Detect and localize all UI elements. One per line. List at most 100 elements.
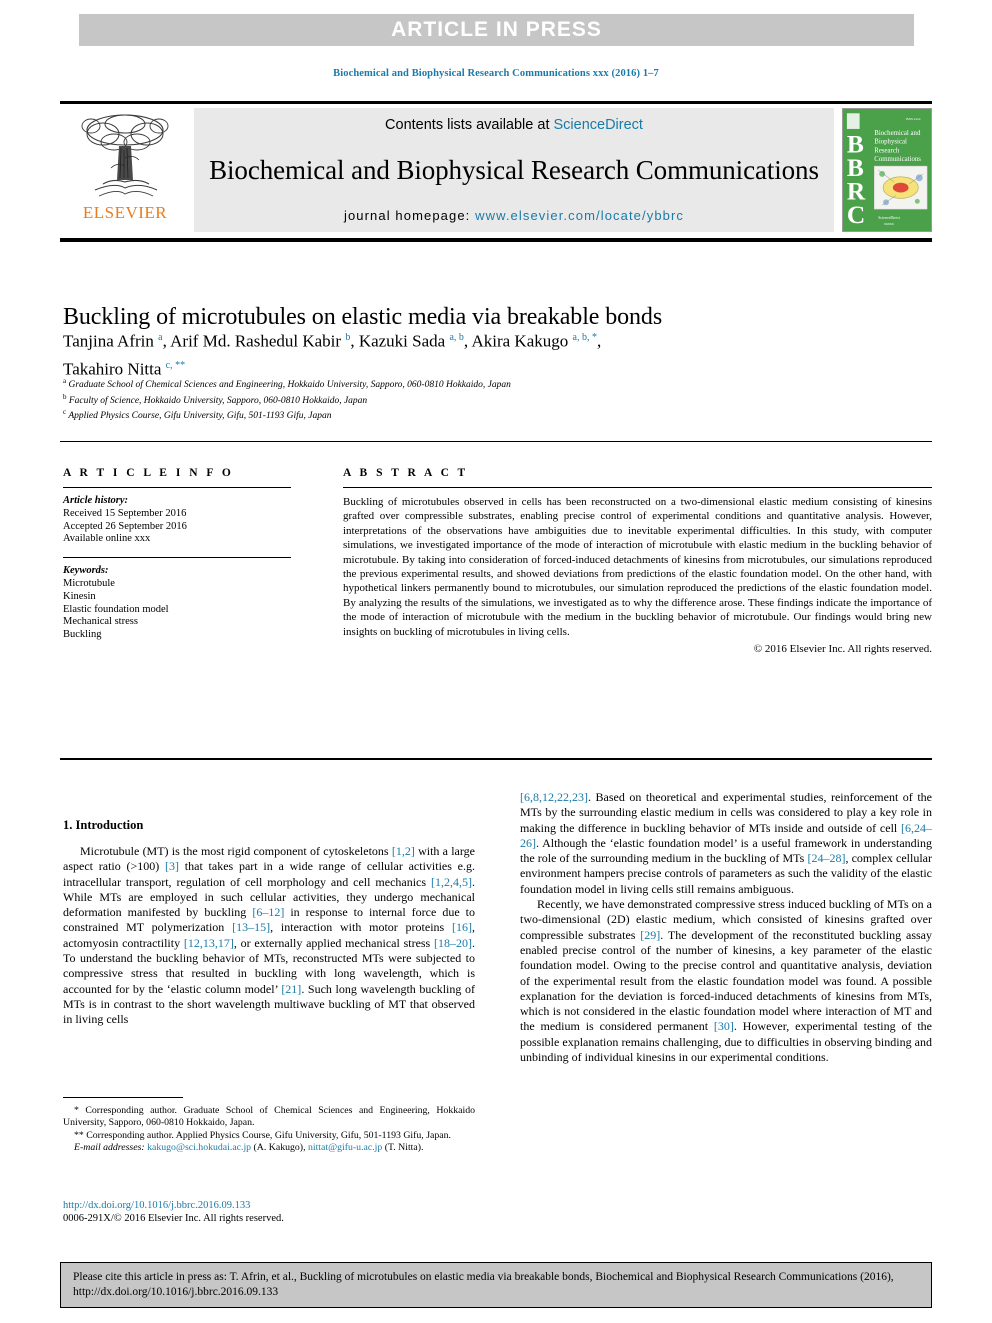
- homepage-url-link[interactable]: www.elsevier.com/locate/ybbrc: [475, 208, 684, 223]
- keyword-item: Elastic foundation model: [63, 603, 169, 615]
- keyword-item: Kinesin: [63, 590, 96, 602]
- footnote-rule: [63, 1097, 183, 1098]
- affiliation-b-text: Faculty of Science, Hokkaido University,…: [68, 395, 368, 406]
- article-history-online: Available online xxx: [63, 533, 151, 545]
- author-4: , Akira Kakugo: [463, 331, 573, 351]
- affiliation-c-text: Applied Physics Course, Gifu University,…: [68, 411, 332, 422]
- text-run: , interaction with motor proteins: [270, 920, 453, 935]
- footnote-corresponding-2: ** Corresponding author. Applied Physics…: [74, 1129, 451, 1141]
- email-link-kakugo[interactable]: kakugo@sci.hokudai.ac.jp: [147, 1142, 251, 1153]
- svg-text:Research: Research: [874, 147, 900, 154]
- text-run: . The development of the reconstituted b…: [520, 927, 932, 1034]
- article-info-heading: A R T I C L E I N F O: [63, 467, 234, 479]
- citation-ref[interactable]: [24–28]: [807, 851, 845, 865]
- citation-ref[interactable]: [16]: [452, 920, 472, 934]
- citation-ref[interactable]: [13–15]: [232, 920, 270, 934]
- elsevier-tree-icon: [81, 114, 169, 197]
- keywords-rule: [63, 557, 291, 559]
- citation-ref[interactable]: [1,2,4,5]: [431, 875, 472, 889]
- article-history-accepted: Accepted 26 September 2016: [63, 520, 187, 532]
- author-3: , Kazuki Sada: [350, 331, 450, 351]
- article-in-press-banner: ARTICLE IN PRESS: [79, 14, 914, 46]
- intro-paragraph-2: Recently, we have demonstrated compressi…: [520, 897, 932, 1065]
- running-head: Biochemical and Biophysical Research Com…: [333, 68, 659, 79]
- affiliation-a-text: Graduate School of Chemical Sciences and…: [68, 380, 511, 391]
- email-owner-kakugo: (A. Kakugo): [253, 1141, 304, 1153]
- body-column-left: 1. Introduction Microtubule (MT) is the …: [63, 818, 475, 1028]
- svg-text:Biochemical and: Biochemical and: [874, 130, 921, 137]
- article-in-press-label: ARTICLE IN PRESS: [391, 18, 602, 41]
- elsevier-logo: ELSEVIER: [60, 106, 190, 234]
- svg-text:ISSN xxxx: ISSN xxxx: [906, 117, 921, 121]
- article-info-column: A R T I C L E I N F O Article history: R…: [63, 467, 291, 642]
- email-owner-nitta: (T. Nitta).: [384, 1141, 424, 1153]
- text-run: , or externally applied mechanical stres…: [233, 935, 434, 950]
- intro-paragraph-1-continued: [6,8,12,22,23]. Based on theoretical and…: [520, 790, 932, 897]
- article-history-label: Article history:: [63, 495, 129, 506]
- doi-link[interactable]: http://dx.doi.org/10.1016/j.bbrc.2016.09…: [63, 1199, 475, 1212]
- sciencedirect-panel: Contents lists available at ScienceDirec…: [194, 108, 834, 232]
- homepage-label: journal homepage:: [343, 208, 476, 223]
- svg-text:C: C: [847, 201, 865, 229]
- author-4-affil-marker: a, b, *: [572, 332, 597, 343]
- affiliation-list: a Graduate School of Chemical Sciences a…: [63, 376, 893, 423]
- contents-list-line: Contents lists available at ScienceDirec…: [385, 117, 643, 133]
- affiliation-b: b Faculty of Science, Hokkaido Universit…: [63, 392, 893, 408]
- citation-ref[interactable]: [6,8,12,22,23]: [520, 790, 588, 804]
- contents-prefix: Contents lists available at: [385, 117, 554, 133]
- affiliation-c: c Applied Physics Course, Gifu Universit…: [63, 407, 893, 423]
- journal-title: Biochemical and Biophysical Research Com…: [209, 155, 819, 185]
- keyword-item: Microtubule: [63, 577, 115, 589]
- citation-ref[interactable]: [12,13,17]: [184, 936, 234, 950]
- abstract-copyright: © 2016 Elsevier Inc. All rights reserved…: [753, 643, 932, 656]
- cover-artwork: B B R C Biochemical and Biophysical Rese…: [843, 109, 931, 231]
- footnote-area: * Corresponding author. Graduate School …: [63, 1097, 475, 1154]
- sciencedirect-link[interactable]: ScienceDirect: [554, 117, 643, 133]
- citation-ref[interactable]: [30]: [714, 1019, 734, 1033]
- author-2: , Arif Md. Rashedul Kabir: [162, 331, 346, 351]
- citation-ref[interactable]: [1,2]: [392, 844, 415, 858]
- citation-ref[interactable]: [6–12]: [252, 905, 284, 919]
- info-section-bottom-rule: [60, 758, 932, 760]
- svg-text:ScienceDirect: ScienceDirect: [878, 216, 901, 220]
- body-column-right: [6,8,12,22,23]. Based on theoretical and…: [520, 790, 932, 1065]
- citation-ref[interactable]: [3]: [165, 859, 179, 873]
- footnote-corresponding-1: * Corresponding author. Graduate School …: [63, 1105, 475, 1129]
- affiliation-c-marker: c: [63, 408, 67, 417]
- abstract-text: Buckling of microtubules observed in cel…: [343, 496, 932, 638]
- elsevier-wordmark: ELSEVIER: [82, 203, 168, 222]
- affiliation-b-marker: b: [63, 392, 67, 401]
- issn-copyright-line: 0006-291X/© 2016 Elsevier Inc. All right…: [63, 1213, 284, 1224]
- section-title-introduction: 1. Introduction: [63, 818, 144, 832]
- keywords-block: Keywords: Microtubule Kinesin Elastic fo…: [63, 557, 291, 642]
- doi-block: http://dx.doi.org/10.1016/j.bbrc.2016.09…: [63, 1199, 475, 1225]
- author-separator: ,: [596, 331, 602, 351]
- affiliation-a-marker: a: [63, 377, 67, 385]
- intro-paragraph-1: Microtubule (MT) is the most rigid compo…: [63, 844, 475, 1028]
- masthead: ELSEVIER Contents lists available at Sci…: [60, 100, 932, 240]
- article-history-received: Received 15 September 2016: [63, 507, 187, 519]
- cite-this-article-text: Please cite this article in press as: T.…: [73, 1271, 894, 1298]
- author-1: Tanjina Afrin: [63, 331, 159, 351]
- citation-ref[interactable]: [18–20]: [434, 936, 472, 950]
- affiliation-a: a Graduate School of Chemical Sciences a…: [63, 376, 893, 392]
- masthead-bottom-rule: [60, 238, 932, 242]
- article-page: ARTICLE IN PRESS Biochemical and Biophys…: [0, 0, 992, 1323]
- author-3-affil-marker: a, b: [449, 332, 464, 343]
- abstract-heading-rule: [343, 487, 932, 488]
- email-addresses-label: E-mail addresses:: [74, 1141, 145, 1153]
- author-5-affil-marker: c, **: [165, 359, 186, 371]
- article-history-block: Article history: Received 15 September 2…: [63, 495, 291, 546]
- citation-ref[interactable]: [21]: [281, 982, 301, 996]
- article-info-heading-rule: [63, 487, 291, 488]
- cite-this-article-box: Please cite this article in press as: T.…: [60, 1262, 932, 1308]
- abstract-heading: A B S T R A C T: [343, 467, 469, 479]
- citation-ref[interactable]: [29]: [640, 928, 660, 942]
- svg-text:Biophysical: Biophysical: [874, 139, 907, 146]
- keyword-item: Buckling: [63, 629, 102, 641]
- author-list: Tanjina Afrin a, Arif Md. Rashedul Kabir…: [63, 326, 893, 381]
- keyword-item: Mechanical stress: [63, 616, 138, 628]
- journal-cover-thumbnail: B B R C Biochemical and Biophysical Rese…: [842, 108, 932, 232]
- journal-homepage-line: journal homepage: www.elsevier.com/locat…: [344, 208, 684, 223]
- email-link-nitta[interactable]: nittat@gifu-u.ac.jp: [308, 1142, 382, 1153]
